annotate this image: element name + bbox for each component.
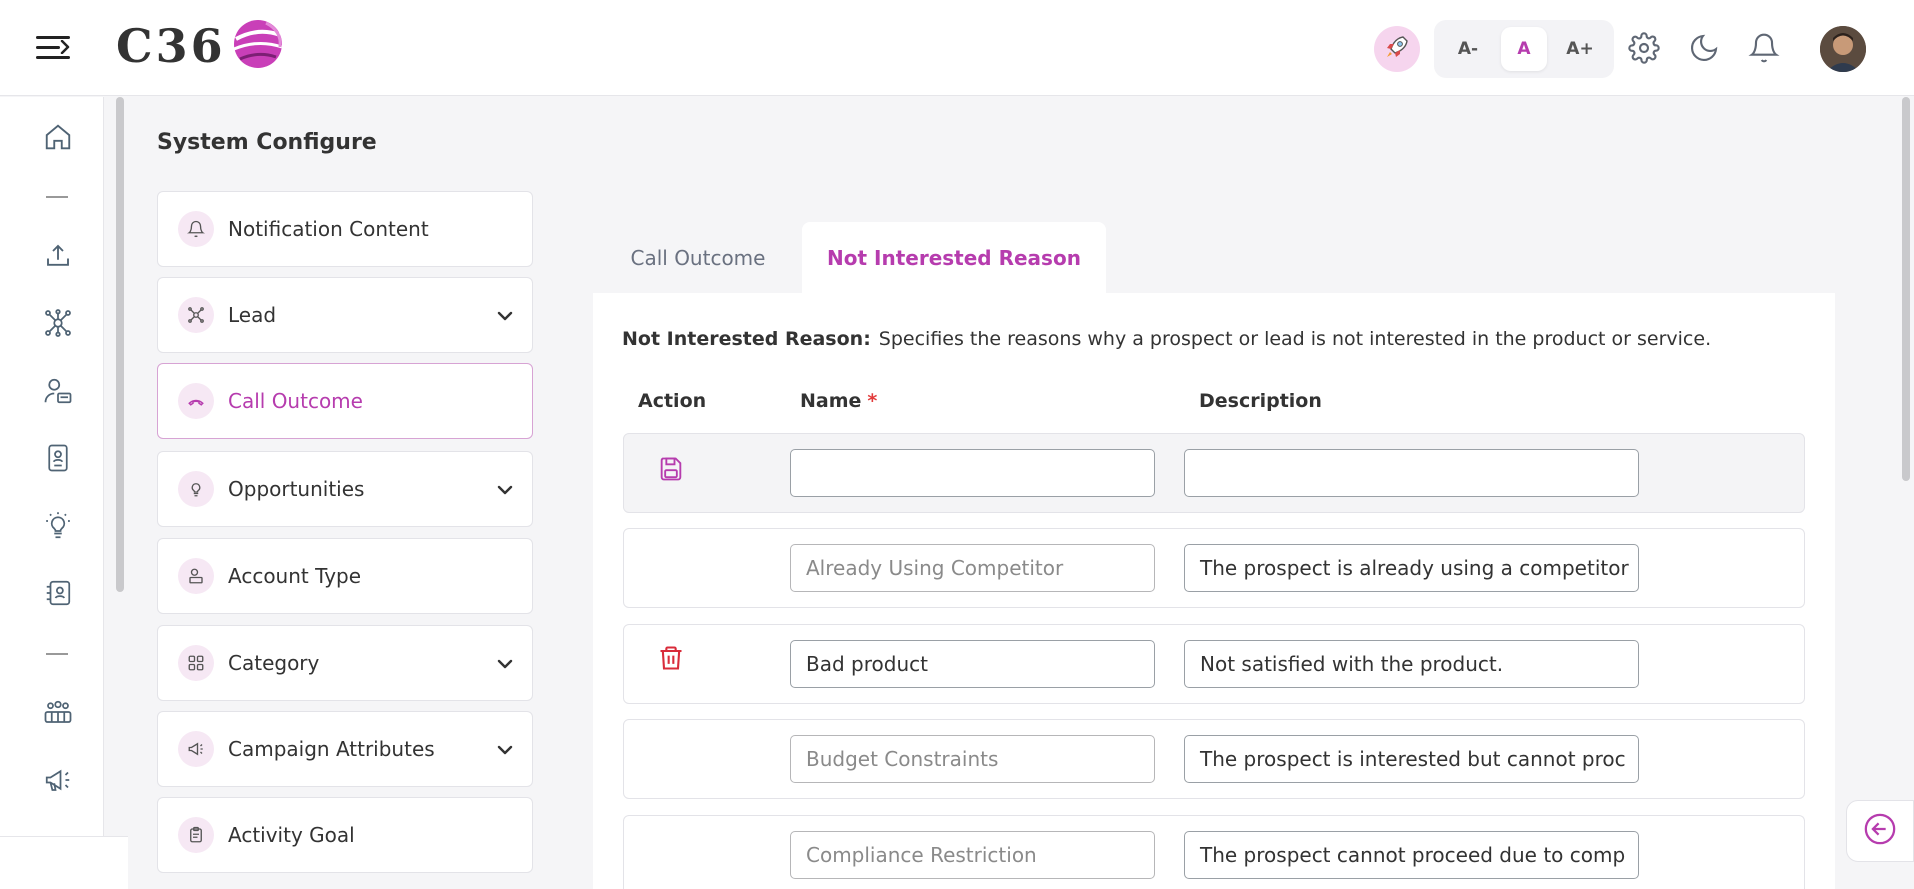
user-card-icon <box>178 558 214 594</box>
lightbulb-icon <box>178 471 214 507</box>
bell-icon <box>178 211 214 247</box>
new-entry-row <box>623 433 1805 513</box>
globe-logo-icon <box>230 17 286 75</box>
top-header: C36 A- A A+ <box>0 0 1914 96</box>
rocket-button[interactable] <box>1374 26 1420 72</box>
section-heading: Not Interested Reason: <box>622 328 871 350</box>
logo-text: C36 <box>116 19 226 73</box>
config-item-label: Opportunities <box>228 477 365 501</box>
chevron-down-icon[interactable] <box>496 482 514 501</box>
users-icon[interactable] <box>38 371 78 411</box>
gear-icon[interactable] <box>1624 28 1664 68</box>
config-item-label: Campaign Attributes <box>228 737 435 761</box>
description-field[interactable]: Not satisfied with the product. <box>1184 640 1639 688</box>
network-icon[interactable] <box>38 303 78 343</box>
tab-not-interested-reason[interactable]: Not Interested Reason <box>802 222 1106 294</box>
rail-divider <box>46 196 68 198</box>
menu-icon[interactable] <box>36 34 70 62</box>
bell-icon[interactable] <box>1744 28 1784 68</box>
font-decrease-button[interactable]: A- <box>1445 27 1491 71</box>
config-item-opportunities[interactable]: Opportunities <box>157 451 533 527</box>
column-header-action: Action <box>638 390 707 412</box>
chevron-down-icon[interactable] <box>496 656 514 675</box>
user-avatar[interactable] <box>1820 26 1866 72</box>
column-header-description: Description <box>1199 390 1322 412</box>
font-normal-button[interactable]: A <box>1501 27 1547 71</box>
name-field[interactable]: Compliance Restriction <box>790 831 1155 879</box>
megaphone-icon[interactable] <box>38 760 78 800</box>
rail-scrollbar[interactable] <box>116 97 124 592</box>
save-icon[interactable] <box>654 452 688 486</box>
section-description-text: Specifies the reasons why a prospect or … <box>878 328 1712 350</box>
font-increase-button[interactable]: A+ <box>1557 27 1603 71</box>
icon-rail <box>0 97 104 889</box>
config-item-label: Account Type <box>228 564 362 588</box>
grid-icon <box>178 645 214 681</box>
config-item-label: Call Outcome <box>228 389 363 413</box>
network-icon <box>178 297 214 333</box>
config-item-label: Notification Content <box>228 217 429 241</box>
phone-hangup-icon <box>178 383 214 419</box>
table-row: Budget Constraints The prospect is inter… <box>623 719 1805 799</box>
id-card-icon[interactable] <box>38 438 78 478</box>
name-field[interactable]: Bad product <box>790 640 1155 688</box>
table-row: Already Using Competitor The prospect is… <box>623 528 1805 608</box>
config-item-label: Activity Goal <box>228 823 355 847</box>
config-item-label: Lead <box>228 303 277 327</box>
home-icon[interactable] <box>38 117 78 157</box>
name-field[interactable]: Budget Constraints <box>790 735 1155 783</box>
required-mark: * <box>867 390 878 412</box>
table-row: Compliance Restriction The prospect cann… <box>623 815 1805 889</box>
new-name-input[interactable] <box>790 449 1155 497</box>
column-header-name-label: Name <box>800 390 862 412</box>
main-scrollbar[interactable] <box>1902 97 1910 481</box>
megaphone-icon <box>178 731 214 767</box>
clipboard-icon <box>178 817 214 853</box>
description-field[interactable]: The prospect is already using a competit… <box>1184 544 1639 592</box>
group-icon[interactable] <box>38 692 78 732</box>
config-item-call-outcome[interactable]: Call Outcome <box>157 363 533 439</box>
config-item-activity-goal[interactable]: Activity Goal <box>157 797 533 873</box>
rail-divider <box>46 653 68 655</box>
config-item-lead[interactable]: Lead <box>157 277 533 353</box>
tab-call-outcome[interactable]: Call Outcome <box>594 222 802 294</box>
config-item-label: Category <box>228 651 320 675</box>
lightbulb-icon[interactable] <box>38 506 78 546</box>
upload-icon[interactable] <box>38 236 78 276</box>
page-title: System Configure <box>157 130 377 155</box>
description-field[interactable]: The prospect is interested but cannot pr… <box>1184 735 1639 783</box>
chevron-down-icon[interactable] <box>496 308 514 327</box>
back-button[interactable] <box>1846 800 1914 862</box>
app-logo[interactable]: C36 <box>116 16 286 76</box>
config-item-category[interactable]: Category <box>157 625 533 701</box>
config-item-campaign-attributes[interactable]: Campaign Attributes <box>157 711 533 787</box>
name-field[interactable]: Already Using Competitor <box>790 544 1155 592</box>
new-description-input[interactable] <box>1184 449 1639 497</box>
arrow-left-circle-icon <box>1863 812 1897 850</box>
trash-icon[interactable] <box>654 641 688 675</box>
section-description: Not Interested Reason: Specifies the reas… <box>622 328 1711 350</box>
config-item-account-type[interactable]: Account Type <box>157 538 533 614</box>
column-header-name: Name * <box>800 390 877 412</box>
font-size-controls: A- A A+ <box>1434 20 1614 78</box>
moon-icon[interactable] <box>1684 28 1724 68</box>
contacts-icon[interactable] <box>38 573 78 613</box>
rail-footer <box>0 836 128 889</box>
chevron-down-icon[interactable] <box>496 742 514 761</box>
table-row: Bad product Not satisfied with the produ… <box>623 624 1805 704</box>
config-item-notification-content[interactable]: Notification Content <box>157 191 533 267</box>
rocket-icon <box>1383 33 1411 65</box>
description-field[interactable]: The prospect cannot proceed due to comp <box>1184 831 1639 879</box>
